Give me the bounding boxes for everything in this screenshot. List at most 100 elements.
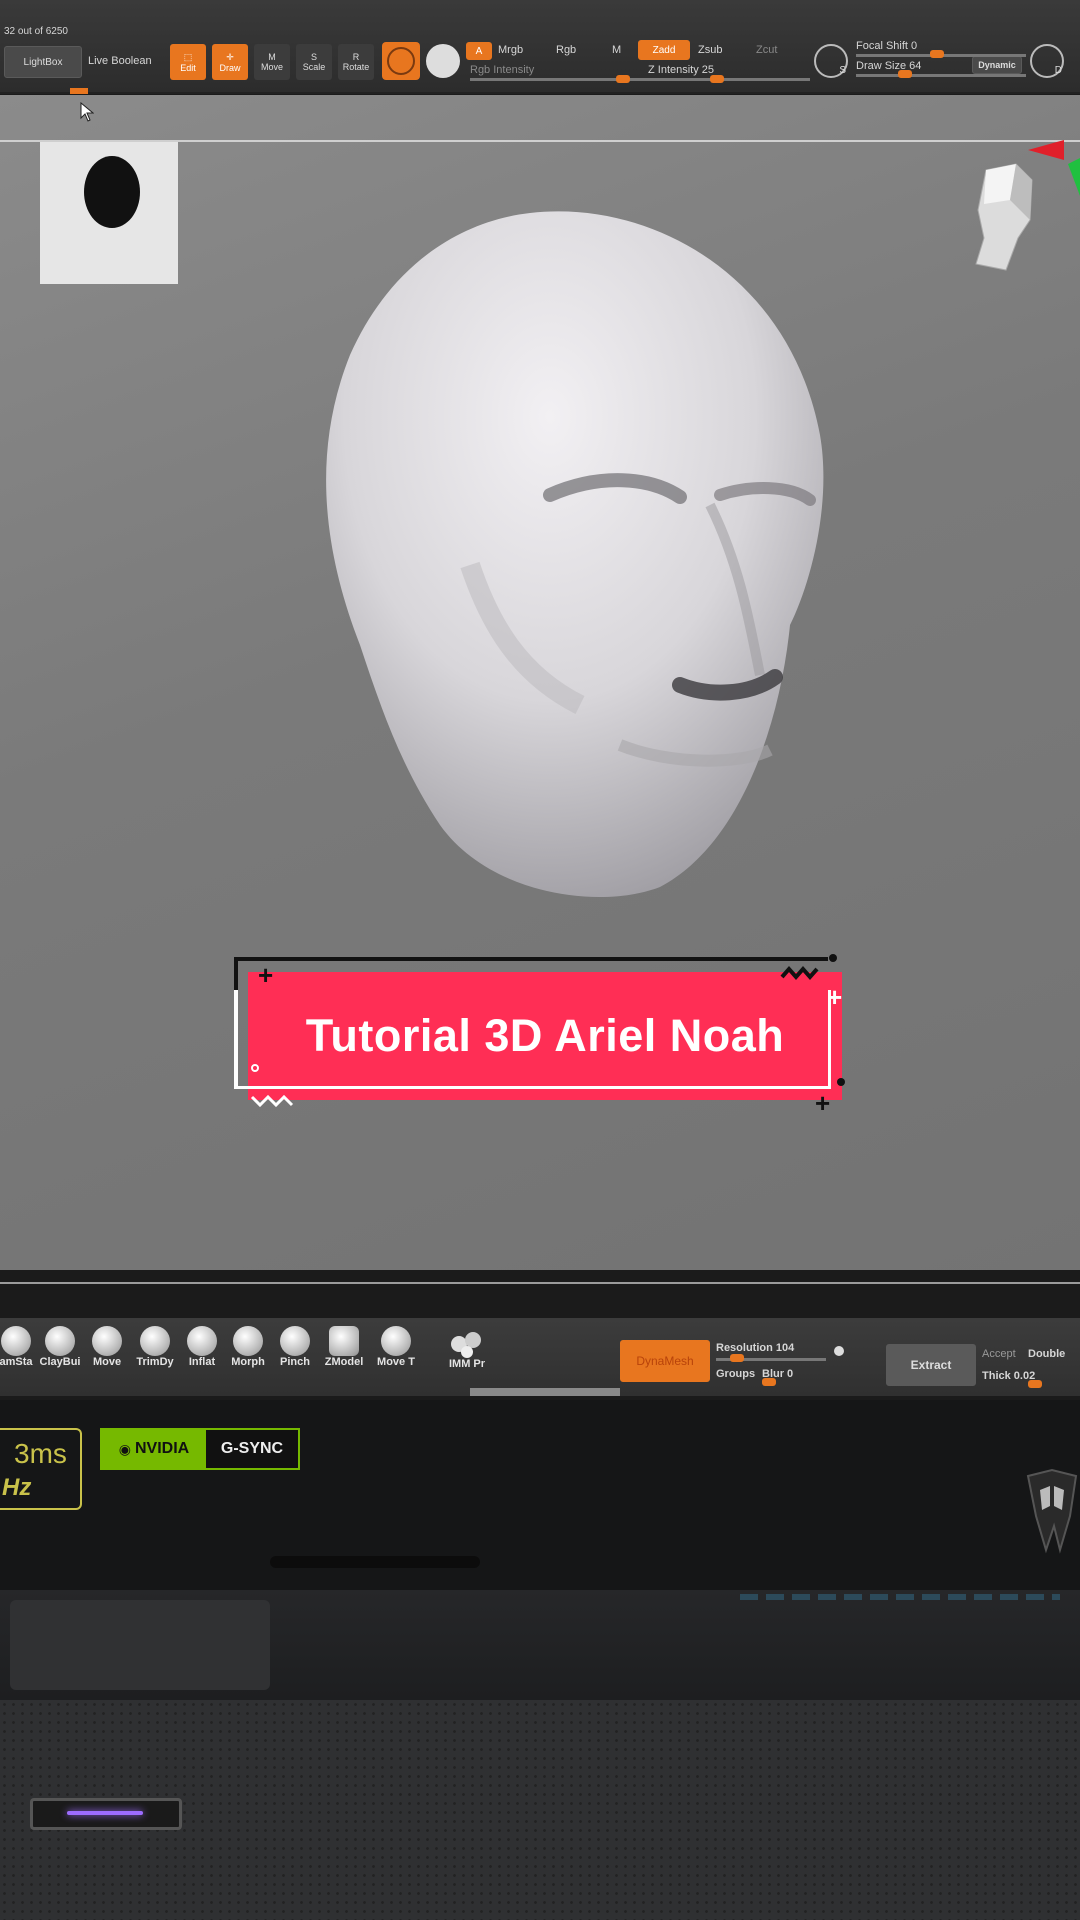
brush-sphere-icon [381, 1326, 411, 1356]
brush-label: ZModel [324, 1356, 364, 1368]
focal-shift-slider[interactable]: Focal Shift 0 [856, 40, 917, 52]
rotate-button[interactable]: R Rotate [338, 44, 374, 80]
brush-label: Pinch [280, 1356, 310, 1368]
draw-size-slider[interactable]: Draw Size 64 [856, 60, 921, 72]
brush-sphere-icon [387, 47, 415, 75]
brush-item[interactable]: ClayBui [40, 1326, 80, 1368]
extract-button[interactable]: Extract [886, 1344, 976, 1386]
brush-label: amSta [0, 1356, 33, 1368]
s-icon[interactable]: S [814, 44, 848, 78]
imm-label: IMM Pr [448, 1358, 486, 1370]
resolution-knob[interactable] [730, 1354, 744, 1362]
scale-button[interactable]: S Scale [296, 44, 332, 80]
brush-item[interactable]: TrimDy [134, 1326, 176, 1368]
material-sphere-icon[interactable] [426, 44, 460, 78]
rgb-button[interactable]: Rgb [556, 44, 576, 56]
groups-toggle[interactable]: Groups [716, 1368, 755, 1380]
axis-gizmo-icon[interactable] [1024, 136, 1080, 200]
brush-item[interactable]: amSta [0, 1326, 33, 1368]
status-led-strip [740, 1594, 1060, 1600]
draw-label: Draw [219, 62, 241, 73]
brush-sphere-icon [233, 1326, 263, 1356]
brush-label: Move T [377, 1356, 415, 1368]
hz-label: Hz [2, 1474, 32, 1501]
blur-knob[interactable] [762, 1378, 776, 1386]
laptop-screen: 32 out of 6250 LightBox Live Boolean ⬚ E… [0, 0, 1080, 1410]
resolution-toggle[interactable] [834, 1346, 844, 1356]
power-led [67, 1811, 143, 1815]
power-button[interactable] [30, 1798, 182, 1830]
brush-label: Inflat [188, 1356, 216, 1368]
brush-item[interactable]: ZModel [322, 1326, 366, 1368]
z-intensity-slider[interactable]: Z Intensity 25 [648, 64, 714, 76]
nvidia-logo: ◉ NVIDIA [102, 1430, 206, 1468]
draw-size-track[interactable] [856, 74, 1026, 77]
rgb-intensity-slider[interactable]: Rgb Intensity [470, 64, 534, 76]
brush-item[interactable]: Move T [374, 1326, 418, 1368]
zcut-button[interactable]: Zcut [756, 44, 777, 56]
predator-logo-icon [1026, 1468, 1078, 1554]
mrgb-button[interactable]: Mrgb [498, 44, 523, 56]
brush-preview-button[interactable] [382, 42, 420, 80]
rgb-intensity-knob[interactable] [616, 75, 630, 83]
nvidia-gsync-badge: ◉ NVIDIA G-SYNC [100, 1428, 300, 1470]
draw-size-knob[interactable] [898, 70, 912, 78]
dynamesh-button[interactable]: DynaMesh [620, 1340, 710, 1382]
plus-decoration-icon: + [827, 982, 843, 1012]
imm-primitives-icon [451, 1332, 481, 1358]
dynamic-button[interactable]: Dynamic [972, 56, 1022, 74]
move-button[interactable]: M Move [254, 44, 290, 80]
brush-list: amSta ClayBui Move TrimDy Inflat Morph P… [0, 1326, 420, 1368]
m-button[interactable]: M [612, 44, 621, 56]
lightbox-indicator [70, 88, 88, 94]
refresh-rate-badge: 3ms Hz [0, 1428, 82, 1510]
zigzag-decoration-icon [780, 965, 819, 981]
thick-knob[interactable] [1028, 1380, 1042, 1388]
zadd-button[interactable]: Zadd [638, 40, 690, 60]
brush-item[interactable]: Pinch [276, 1326, 314, 1368]
nvidia-eye-icon: ◉ [118, 1440, 131, 1457]
gsync-label: G-SYNC [220, 1440, 284, 1457]
edit-label: Edit [180, 62, 196, 73]
move-label: Move [260, 62, 283, 72]
brush-item[interactable]: Inflat [184, 1326, 220, 1368]
draw-button[interactable]: ✛ Draw [212, 44, 248, 80]
accept-button[interactable]: Accept [982, 1348, 1016, 1360]
dot-decoration-icon [837, 1078, 845, 1086]
imm-brush-item[interactable]: IMM Pr [444, 1330, 490, 1370]
lightbox-button[interactable]: LightBox [4, 46, 82, 78]
brush-sphere-icon [187, 1326, 217, 1356]
poly-count: 32 out of 6250 [4, 26, 68, 37]
brush-item[interactable]: Morph [228, 1326, 268, 1368]
resolution-slider[interactable]: Resolution 104 [716, 1342, 794, 1354]
d-icon[interactable]: D [1030, 44, 1064, 78]
brush-scrollbar[interactable] [470, 1388, 620, 1396]
brush-sphere-icon [45, 1326, 75, 1356]
draw-icon: ✛ [226, 51, 234, 62]
brush-label: TrimDy [136, 1356, 174, 1368]
brush-sphere-icon [1, 1326, 31, 1356]
intensity-slider-track[interactable] [470, 78, 810, 81]
brush-label: ClayBui [39, 1356, 81, 1368]
brush-sphere-icon [92, 1326, 122, 1356]
ms-label: 3ms [14, 1438, 67, 1469]
live-boolean-button[interactable]: Live Boolean [88, 55, 152, 67]
brush-cube-icon [329, 1326, 359, 1356]
move-icon: M [268, 52, 276, 62]
double-toggle[interactable]: Double [1028, 1348, 1065, 1360]
edit-icon: ⬚ [183, 51, 193, 62]
zigzag-decoration-icon [250, 1094, 294, 1108]
edit-button[interactable]: ⬚ Edit [170, 44, 206, 80]
thick-slider[interactable]: Thick 0.02 [982, 1370, 1035, 1382]
focal-shift-knob[interactable] [930, 50, 944, 58]
hinge-block [10, 1600, 270, 1690]
brush-item[interactable]: Move [88, 1326, 126, 1368]
zsub-button[interactable]: Zsub [698, 44, 722, 56]
rotate-label: Rotate [342, 62, 370, 72]
z-intensity-knob[interactable] [710, 75, 724, 83]
a-mode-button[interactable]: A [466, 42, 492, 60]
sculpted-head-model [326, 211, 824, 898]
brush-label: Morph [231, 1356, 265, 1368]
hinge-vent [270, 1556, 480, 1568]
s-icon-label: S [839, 65, 846, 76]
